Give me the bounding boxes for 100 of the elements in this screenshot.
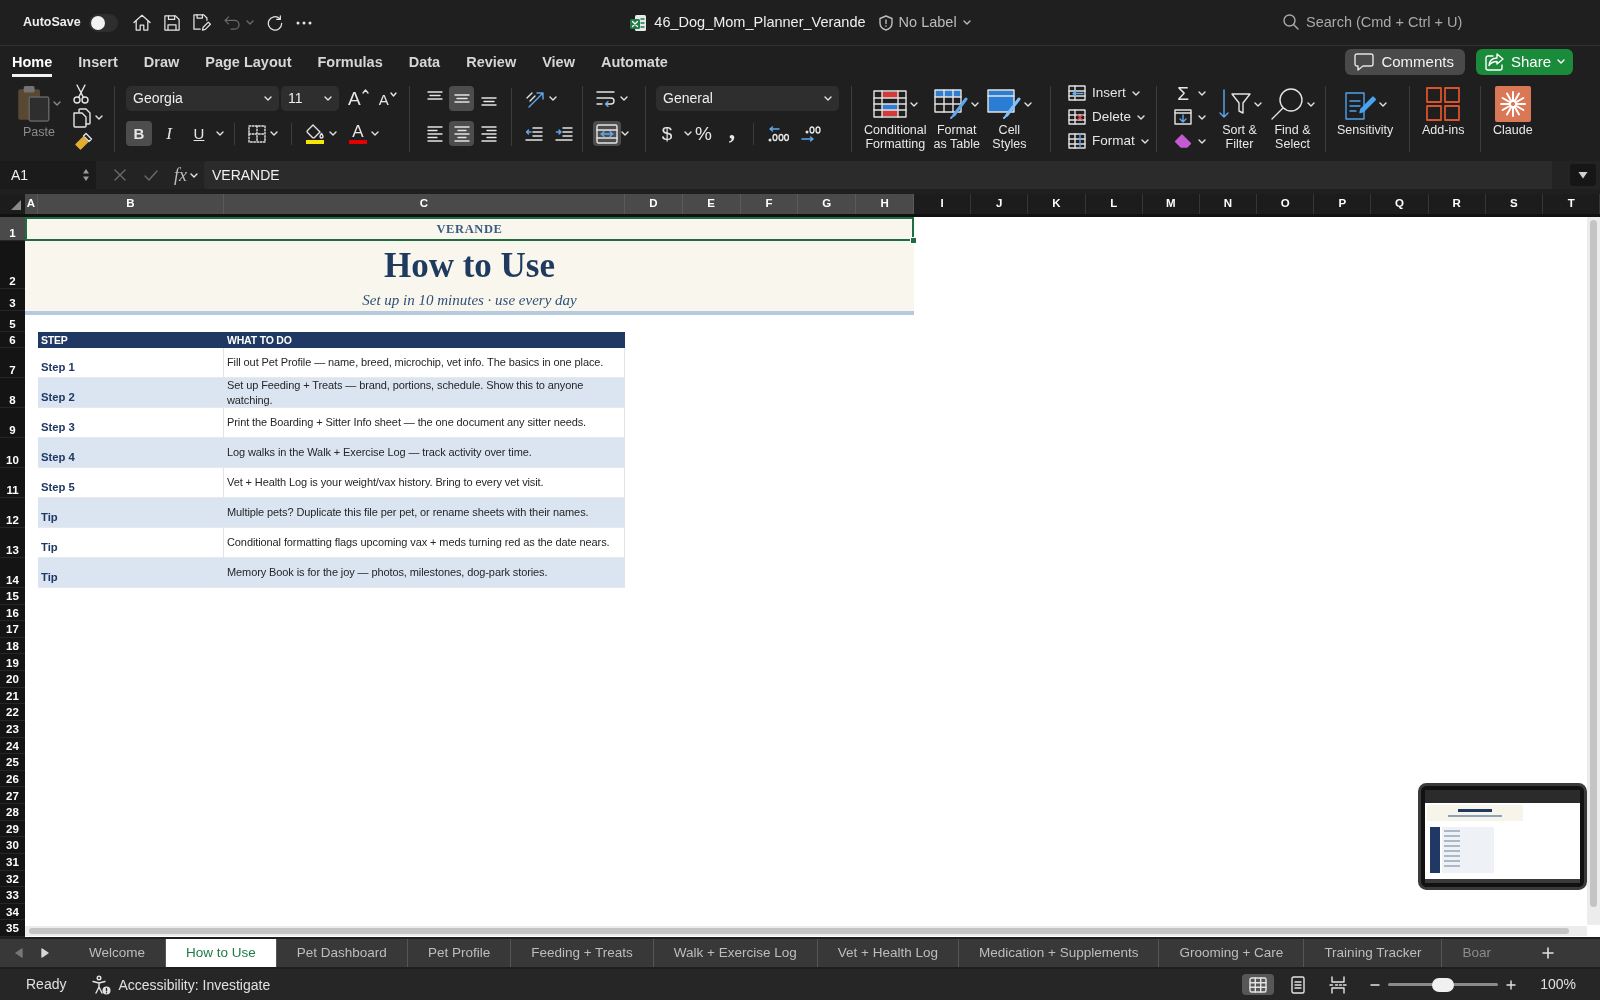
sheet-tab[interactable]: Pet Dashboard	[276, 939, 408, 967]
column-header[interactable]: L	[1085, 194, 1143, 214]
format-cells-button[interactable]: Format	[1065, 129, 1152, 153]
color-swatch-icon[interactable]	[349, 139, 367, 144]
wrap-text-icon[interactable]	[596, 90, 616, 107]
cell-brush-icon[interactable]	[986, 89, 1021, 119]
autosum-button[interactable]: Σ	[1171, 81, 1209, 105]
delete-cells-button[interactable]: Delete	[1065, 105, 1152, 129]
column-header[interactable]: M	[1142, 194, 1200, 214]
chevron-down-icon[interactable]	[389, 92, 397, 97]
column-header[interactable]: N	[1199, 194, 1258, 214]
column-header[interactable]: B	[38, 194, 224, 214]
column-header[interactable]: K	[1028, 194, 1086, 214]
comma-style-button[interactable]: ,	[720, 121, 743, 146]
name-box[interactable]: A1	[11, 166, 78, 184]
shrink-font-button[interactable]: A	[375, 86, 400, 111]
diagonal-arrow-icon[interactable]	[525, 89, 545, 108]
search-field[interactable]: Search (Cmd + Ctrl + U)	[1306, 13, 1478, 32]
home-icon[interactable]	[132, 14, 151, 31]
currency-button[interactable]: $	[656, 121, 678, 146]
four-squares-icon[interactable]	[1426, 87, 1461, 121]
column-header[interactable]: P	[1314, 194, 1372, 214]
page-icon[interactable]	[1291, 975, 1306, 994]
caret-icon[interactable]	[962, 20, 971, 25]
sheet-tab[interactable]: Training Tracker	[1304, 939, 1443, 967]
ribbon-tab[interactable]: Home	[12, 46, 53, 77]
column-header[interactable]: S	[1485, 194, 1544, 214]
delete-cells-icon[interactable]	[1068, 109, 1086, 125]
eraser-icon[interactable]	[1174, 134, 1192, 148]
plus-icon[interactable]	[1506, 979, 1517, 990]
number-format-dropdown[interactable]: General	[656, 86, 839, 111]
comments-button[interactable]: Comments	[1345, 48, 1465, 75]
magnifier-icon[interactable]	[1270, 87, 1304, 121]
scrollbar-thumb[interactable]	[29, 928, 1569, 934]
column-header[interactable]: T	[1543, 194, 1600, 214]
ribbon-tab[interactable]: Draw	[143, 46, 180, 77]
column-header[interactable]: C	[224, 194, 625, 214]
vertical-scrollbar[interactable]	[1587, 217, 1600, 925]
column-header[interactable]: H	[856, 194, 914, 214]
sheet-tab[interactable]: Grooming + Care	[1159, 939, 1305, 967]
sort-filter-button[interactable]: Sort & Filter	[1217, 77, 1262, 151]
column-header[interactable]: I	[914, 194, 972, 214]
column-header[interactable]: A	[25, 194, 38, 214]
add-ins-button[interactable]: Add-ins	[1422, 77, 1465, 138]
align-middle-button[interactable]	[449, 86, 474, 111]
slider-thumb[interactable]	[1432, 977, 1455, 992]
grid-icon[interactable]	[1249, 976, 1268, 993]
row-header[interactable]: 1	[0, 217, 25, 241]
screenshot-thumbnail[interactable]	[1418, 783, 1587, 890]
funnel-arrow-icon[interactable]	[1217, 88, 1251, 120]
cell-styles-button[interactable]: Cell Styles	[986, 77, 1032, 151]
column-header[interactable]: F	[740, 194, 799, 214]
column-header[interactable]: Q	[1371, 194, 1429, 214]
format-as-table-button[interactable]: Format as Table	[933, 77, 980, 151]
autosave-toggle[interactable]	[88, 13, 118, 32]
decrease-indent-icon[interactable]	[525, 126, 543, 141]
label-dropdown[interactable]: No Label	[878, 14, 971, 31]
find-select-button[interactable]: Find & Select	[1270, 77, 1315, 151]
scrollbar-thumb[interactable]	[1590, 220, 1597, 907]
column-header[interactable]: O	[1257, 194, 1315, 214]
starburst-icon[interactable]	[1494, 86, 1531, 122]
stepper-icon[interactable]	[82, 168, 90, 182]
sheet-tab[interactable]: Medication + Supplements	[959, 939, 1160, 967]
fill-down-icon[interactable]	[1174, 109, 1192, 125]
accessibility-icon[interactable]	[91, 974, 112, 995]
sheet-tab[interactable]: Vet + Health Log	[817, 939, 959, 967]
grow-font-button[interactable]: A	[345, 86, 372, 111]
grid-icon[interactable]	[1068, 133, 1086, 149]
paint-bucket-icon[interactable]	[305, 123, 325, 144]
align-middle-icon[interactable]	[453, 94, 470, 103]
sheet-tab[interactable]: Feeding + Treats	[511, 939, 654, 967]
save-icon[interactable]	[163, 14, 180, 31]
ribbon-tab[interactable]: Insert	[78, 46, 118, 77]
font-size-dropdown[interactable]: 11	[281, 86, 339, 111]
conditional-formatting-button[interactable]: Conditional Formatting	[864, 77, 927, 151]
formula-field[interactable]: VERANDE	[204, 161, 1552, 189]
font-name-dropdown[interactable]: Georgia	[126, 86, 279, 111]
column-header[interactable]: J	[971, 194, 1029, 214]
ribbon-tab[interactable]: Automate	[600, 46, 668, 77]
sensitivity-button[interactable]: Sensitivity	[1337, 77, 1394, 138]
scissors-icon[interactable]	[73, 83, 89, 104]
font-color-button[interactable]: A	[346, 121, 382, 146]
speech-bubble-icon[interactable]	[1354, 52, 1375, 71]
align-bottom-icon[interactable]	[480, 97, 497, 106]
insert-cells-icon[interactable]	[1068, 85, 1086, 101]
ribbon-tab[interactable]: Formulas	[317, 46, 383, 77]
bold-button[interactable]: B	[126, 121, 152, 146]
paintbrush-icon[interactable]	[73, 132, 93, 151]
floppy-pencil-icon[interactable]	[192, 14, 211, 31]
plus-icon[interactable]	[1542, 947, 1554, 959]
column-header[interactable]: G	[798, 194, 857, 214]
ribbon-tab[interactable]: Page Layout	[205, 46, 292, 77]
circular-arrow-icon[interactable]	[266, 14, 283, 31]
align-top-icon[interactable]	[426, 91, 443, 100]
sheet-tab[interactable]: Boar	[1442, 939, 1495, 967]
share-button[interactable]: Share	[1475, 48, 1573, 75]
accessibility-button[interactable]: Accessibility: Investigate	[91, 974, 271, 995]
shield-icon[interactable]	[878, 14, 893, 31]
percent-button[interactable]: %	[692, 121, 715, 146]
borders-icon[interactable]	[248, 124, 266, 143]
